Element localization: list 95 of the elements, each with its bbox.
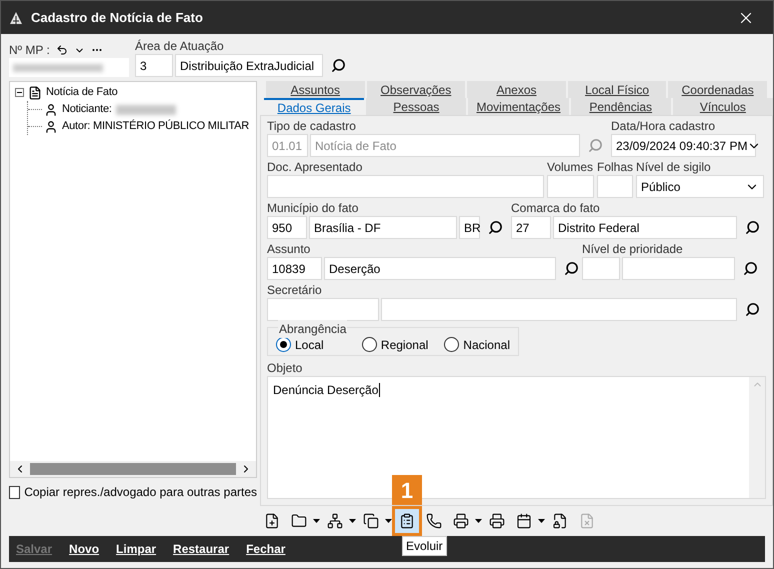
- clipboard-icon: [399, 513, 415, 529]
- checkbox[interactable]: [9, 486, 20, 498]
- person-icon: [44, 120, 58, 134]
- tree-item[interactable]: Autor: MINISTÉRIO PÚBLICO MILITAR: [62, 118, 249, 135]
- input-field[interactable]: BR: [459, 216, 480, 239]
- file-plus-icon: [264, 513, 280, 529]
- search-icon[interactable]: [745, 220, 760, 235]
- tab[interactable]: Anexos: [467, 81, 566, 98]
- action-link[interactable]: Limpar: [116, 540, 156, 558]
- tab[interactable]: Vínculos: [672, 98, 773, 115]
- toolbar-button[interactable]: [395, 509, 419, 533]
- tab[interactable]: Assuntos: [266, 81, 365, 98]
- field-label: Volumes: [547, 160, 594, 174]
- field-label: Secretário: [267, 283, 322, 297]
- input-field[interactable]: Distrito Federal: [553, 216, 737, 239]
- field-label: Folhas: [597, 160, 634, 174]
- redacted-text: [116, 104, 176, 114]
- action-link[interactable]: Fechar: [246, 540, 286, 558]
- tab[interactable]: Coordenadas: [668, 81, 767, 98]
- dropdown-arrow-icon[interactable]: [475, 519, 482, 523]
- printer-icon: [489, 513, 505, 529]
- radio-label: Nacional: [463, 336, 510, 354]
- field-label: Objeto: [267, 361, 302, 375]
- collapse-icon[interactable]: [15, 88, 24, 97]
- person-icon: [44, 102, 58, 116]
- logo-icon: [9, 10, 23, 24]
- window-title: Cadastro de Notícia de Fato: [31, 8, 203, 27]
- document-icon: [28, 86, 42, 100]
- hierarchy-icon: [327, 513, 343, 529]
- input-field[interactable]: [267, 175, 544, 198]
- tab[interactable]: Pessoas: [366, 98, 466, 115]
- file-lock-icon: [552, 513, 568, 529]
- field-label: Data/Hora cadastro: [611, 119, 716, 133]
- folder-icon: [291, 513, 307, 529]
- undo-icon[interactable]: [56, 44, 68, 56]
- field-label: Comarca do fato: [511, 201, 600, 215]
- horizontal-scrollbar[interactable]: [10, 461, 256, 477]
- input-field[interactable]: [547, 175, 594, 198]
- input-field[interactable]: Brasília - DF: [309, 216, 457, 239]
- input-field[interactable]: 10839: [267, 257, 322, 280]
- input-field[interactable]: 950: [267, 216, 307, 239]
- tab[interactable]: Observações: [366, 81, 466, 98]
- search-icon[interactable]: [743, 261, 758, 276]
- field-label: Tipo de cadastro: [267, 119, 356, 133]
- date-time-picker[interactable]: 23/09/2024 09:40:37 PM: [611, 134, 756, 157]
- mp-number-field[interactable]: [9, 58, 129, 77]
- radio-button[interactable]: [362, 337, 377, 352]
- field-label: Área de Atuação: [135, 39, 224, 53]
- vertical-scrollbar[interactable]: [749, 377, 765, 498]
- text-content: Denúncia Deserção: [273, 383, 380, 397]
- action-link[interactable]: Restaurar: [173, 540, 230, 558]
- step-badge: 1: [392, 475, 422, 505]
- search-icon[interactable]: [331, 58, 346, 73]
- input-field[interactable]: 3: [135, 54, 173, 77]
- group-label: Abrangência: [278, 320, 348, 338]
- input-field[interactable]: [597, 175, 633, 198]
- file-x-icon: [579, 513, 595, 529]
- copy-icon: [363, 513, 379, 529]
- input-field[interactable]: Distribuição ExtraJudicial: [175, 54, 323, 77]
- action-link[interactable]: Novo: [69, 540, 100, 558]
- dropdown-arrow-icon[interactable]: [538, 519, 545, 523]
- dropdown-arrow-icon[interactable]: [385, 519, 392, 523]
- radio-label: Local: [295, 336, 324, 354]
- checkbox-label: Copiar repres./advogado para outras partes: [24, 484, 257, 501]
- radio-button[interactable]: [276, 337, 291, 352]
- search-icon[interactable]: [745, 302, 760, 317]
- dropdown-arrow-icon[interactable]: [313, 519, 320, 523]
- field-label: Nº MP :: [9, 42, 50, 59]
- field-label: Nível de sigilo: [636, 160, 711, 174]
- tab[interactable]: Local Físico: [568, 81, 666, 98]
- tree-item[interactable]: Noticiante:: [62, 101, 112, 118]
- radio-button[interactable]: [444, 337, 460, 352]
- field-label: Município do fato: [267, 201, 358, 215]
- radio-label: Regional: [380, 336, 428, 354]
- input-field[interactable]: [582, 257, 620, 280]
- dropdown-arrow-icon[interactable]: [349, 519, 356, 523]
- field-label: Assunto: [267, 242, 310, 256]
- input-field[interactable]: 27: [511, 216, 551, 239]
- search-icon[interactable]: [564, 261, 579, 276]
- printer-icon: [453, 513, 469, 529]
- input-field[interactable]: [381, 298, 737, 321]
- tooltip: Evoluir: [402, 536, 447, 556]
- input-field[interactable]: [622, 257, 735, 280]
- input-field[interactable]: [267, 298, 379, 321]
- tree-item[interactable]: Notícia de Fato: [46, 84, 118, 101]
- field-label: Nível de prioridade: [582, 242, 683, 256]
- dropdown[interactable]: Público: [636, 175, 764, 198]
- input-field[interactable]: Deserção: [324, 257, 556, 280]
- phone-icon: [426, 513, 442, 529]
- tab[interactable]: Movimentações: [468, 98, 569, 115]
- field-label: Doc. Apresentado: [267, 160, 362, 174]
- tab[interactable]: Pendências: [570, 98, 671, 115]
- calendar-icon: [516, 513, 532, 529]
- tab[interactable]: Dados Gerais: [264, 98, 364, 115]
- search-icon[interactable]: [488, 220, 503, 235]
